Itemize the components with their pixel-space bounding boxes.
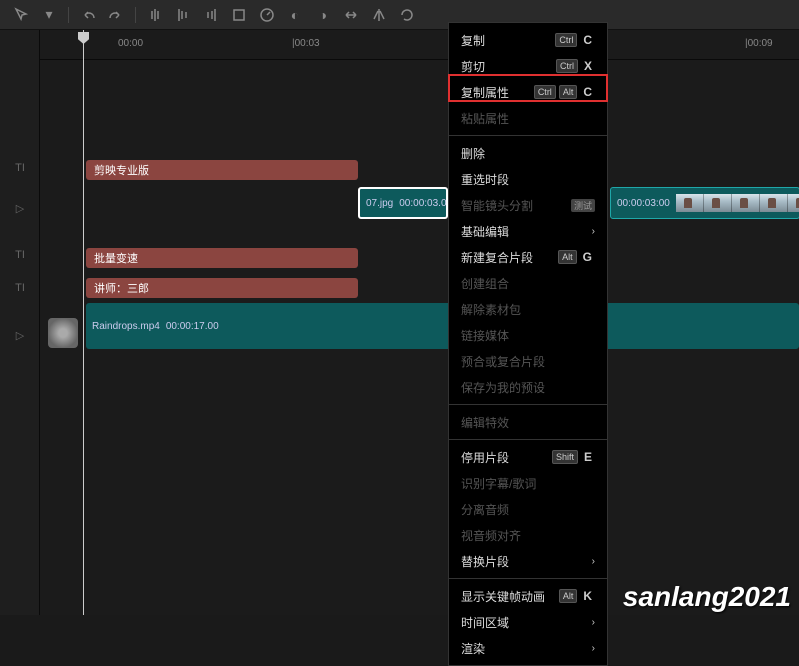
- clip-label: 剪映专业版: [94, 162, 149, 178]
- clip-label: 讲师：三郎: [94, 280, 149, 296]
- clip-filename: 07.jpg: [366, 198, 393, 209]
- undo-icon[interactable]: [75, 4, 101, 26]
- clip-duration: 00:00:03.00: [399, 198, 448, 209]
- ruler-mark: |00:03: [292, 38, 320, 49]
- dropdown-icon[interactable]: ▾: [36, 4, 62, 26]
- menu-link-media: 链接媒体: [449, 322, 607, 348]
- chevron-right-icon: ›: [592, 556, 595, 567]
- menu-precomp: 预合或复合片段: [449, 348, 607, 374]
- split-icon[interactable]: [142, 4, 168, 26]
- menu-edit-fx: 编辑特效: [449, 409, 607, 435]
- video-clip-selected[interactable]: 07.jpg 00:00:03.00: [358, 187, 448, 219]
- rotate-icon[interactable]: [394, 4, 420, 26]
- timeline-area: TI ▷ TI TI ▷ 00:00 |00:03 |00:06 |00:09 …: [0, 30, 799, 615]
- cursor-tool-icon[interactable]: [8, 4, 34, 26]
- mark-in-icon[interactable]: ◐: [282, 4, 308, 26]
- track-label-text[interactable]: TI: [0, 158, 40, 178]
- mark-out-icon[interactable]: ◑: [310, 4, 336, 26]
- menu-cut[interactable]: 剪切 CtrlX: [449, 53, 607, 79]
- audio-clip[interactable]: Raindrops.mp4 00:00:17.00: [86, 303, 799, 349]
- menu-new-compound[interactable]: 新建复合片段 AltG: [449, 244, 607, 270]
- track-label-column: TI ▷ TI TI ▷: [0, 30, 40, 615]
- menu-time-zone[interactable]: 时间区域 ›: [449, 609, 607, 635]
- context-menu: 复制 CtrlC 剪切 CtrlX 复制属性 CtrlAltC 粘贴属性 删除 …: [448, 22, 608, 666]
- trim-left-icon[interactable]: [170, 4, 196, 26]
- audio-track-icon[interactable]: [48, 318, 78, 348]
- video-clip[interactable]: 00:00:03:00: [610, 187, 799, 219]
- text-clip[interactable]: 剪映专业版: [86, 160, 358, 180]
- clip-thumbnails: [676, 194, 799, 212]
- text-clip[interactable]: 批量变速: [86, 248, 358, 268]
- menu-release-pack: 解除素材包: [449, 296, 607, 322]
- playhead[interactable]: [83, 30, 84, 615]
- ruler-mark: 00:00: [118, 38, 143, 49]
- menu-basic-edit[interactable]: 基础编辑 ›: [449, 218, 607, 244]
- track-label-audio[interactable]: ▷: [0, 325, 40, 345]
- menu-disable-clip[interactable]: 停用片段 ShiftE: [449, 444, 607, 470]
- chevron-right-icon: ›: [592, 643, 595, 654]
- ruler-mark: |00:09: [745, 38, 773, 49]
- menu-copy-attributes[interactable]: 复制属性 CtrlAltC: [449, 79, 607, 105]
- menu-delete[interactable]: 删除: [449, 140, 607, 166]
- text-clip[interactable]: 讲师：三郎: [86, 278, 358, 298]
- time-ruler[interactable]: 00:00 |00:03 |00:06 |00:09: [40, 30, 799, 60]
- chevron-right-icon: ›: [592, 617, 595, 628]
- crop-icon[interactable]: [226, 4, 252, 26]
- menu-av-align: 视音频对齐: [449, 522, 607, 548]
- tracks-container: 剪映专业版 07.jpg 00:00:03.00 00:00:03:00 批量变…: [40, 60, 799, 615]
- track-label-text[interactable]: TI: [0, 245, 40, 265]
- trim-right-icon[interactable]: [198, 4, 224, 26]
- mirror-icon[interactable]: [366, 4, 392, 26]
- menu-replace-clip[interactable]: 替换片段 ›: [449, 548, 607, 574]
- menu-show-keyframes[interactable]: 显示关键帧动画 AltK: [449, 583, 607, 609]
- redo-icon[interactable]: [103, 4, 129, 26]
- watermark: sanlang2021: [623, 581, 791, 613]
- menu-subtitle: 识别字幕/歌词: [449, 470, 607, 496]
- menu-smart-split: 智能镜头分割 测试: [449, 192, 607, 218]
- menu-create-group: 创建组合: [449, 270, 607, 296]
- reverse-icon[interactable]: [338, 4, 364, 26]
- menu-paste-attributes: 粘贴属性: [449, 105, 607, 131]
- menu-render[interactable]: 渲染 ›: [449, 635, 607, 661]
- speed-icon[interactable]: [254, 4, 280, 26]
- clip-duration: 00:00:03:00: [617, 198, 670, 209]
- track-label-video[interactable]: ▷: [0, 198, 40, 218]
- clip-label: 批量变速: [94, 250, 138, 266]
- toolbar: ▾ ◐ ◑: [0, 0, 799, 30]
- clip-duration: 00:00:17.00: [166, 321, 219, 332]
- chevron-right-icon: ›: [592, 226, 595, 237]
- clip-filename: Raindrops.mp4: [92, 321, 160, 332]
- menu-copy[interactable]: 复制 CtrlC: [449, 27, 607, 53]
- menu-split-audio: 分离音频: [449, 496, 607, 522]
- menu-save-preset: 保存为我的预设: [449, 374, 607, 400]
- track-label-text[interactable]: TI: [0, 278, 40, 298]
- menu-reselect-duration[interactable]: 重选时段: [449, 166, 607, 192]
